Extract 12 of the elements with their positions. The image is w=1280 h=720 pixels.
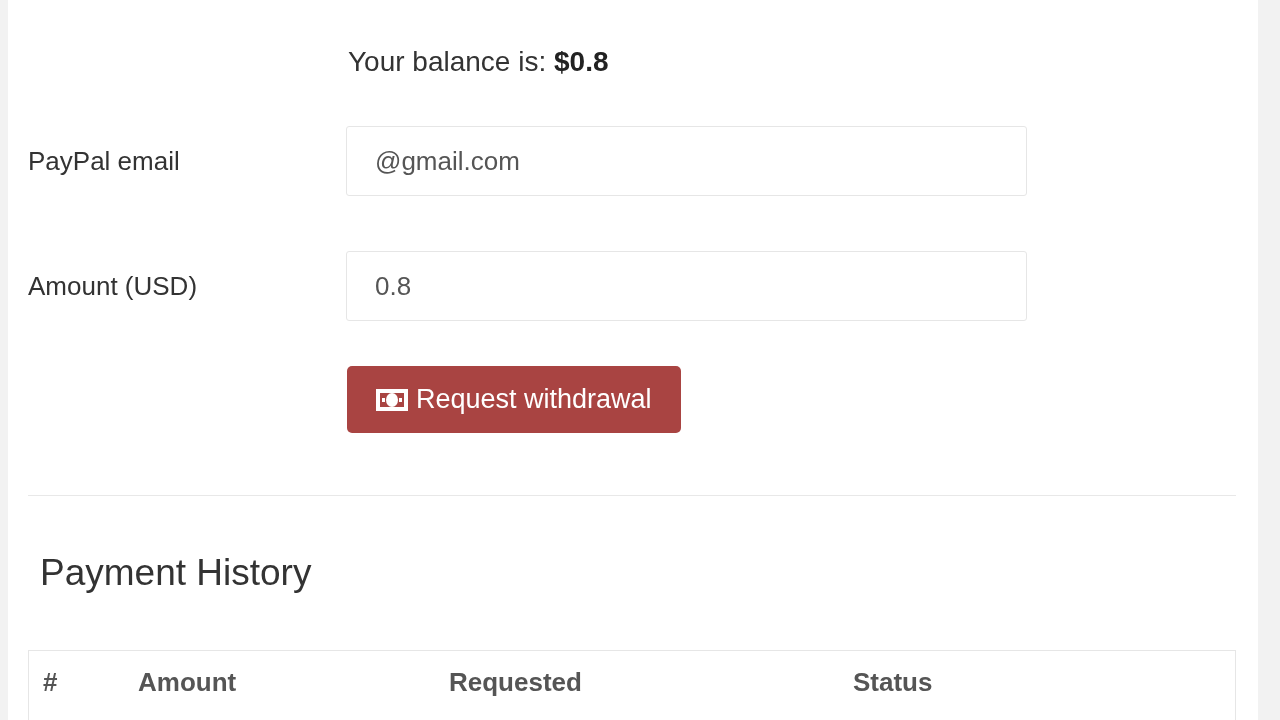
section-title: Payment History — [40, 552, 313, 594]
input-field[interactable]: 0.8 — [346, 251, 1027, 321]
column-header: Requested — [449, 667, 583, 698]
input-field[interactable]: @gmail.com — [346, 126, 1027, 196]
banknote-icon — [376, 388, 408, 411]
field-label: PayPal email — [28, 145, 180, 176]
column-header: Amount — [138, 667, 238, 698]
request-withdrawal-button[interactable]: Request withdrawal — [347, 366, 681, 433]
column-header: # — [43, 667, 59, 698]
column-header: Status — [853, 667, 934, 698]
field-label: Amount (USD) — [28, 270, 198, 301]
balance-text: Your balance is: $0.8 — [347, 45, 609, 79]
